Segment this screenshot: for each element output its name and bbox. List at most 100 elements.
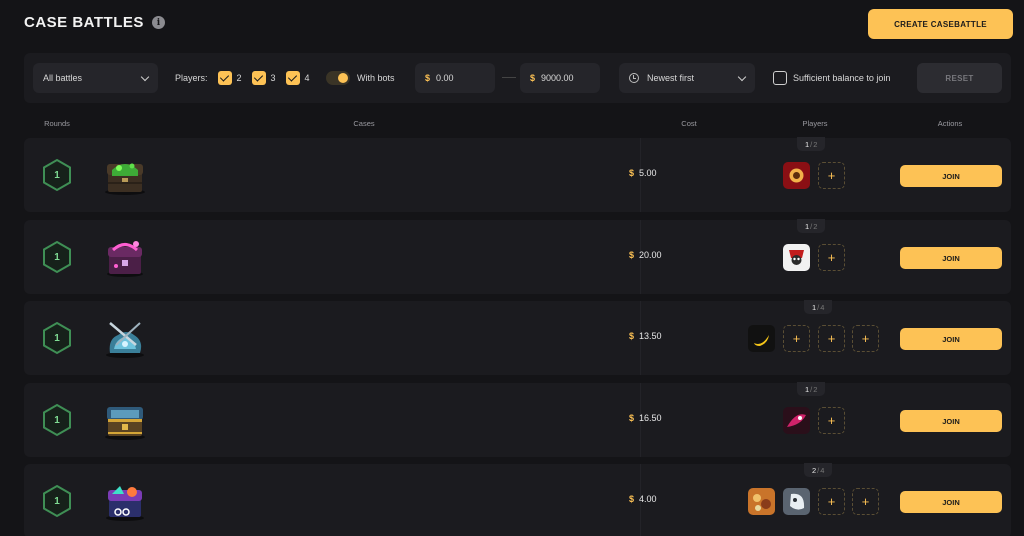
battle-type-value: All battles [43,73,83,83]
players-option-label: 3 [270,73,276,83]
sufficient-balance-label: Sufficient balance to join [793,73,891,83]
rounds-count: 1 [54,495,60,507]
page-title: CASE BATTLES [24,14,144,31]
avatar[interactable] [783,488,810,515]
pink-magic-chest-icon [107,241,143,277]
info-icon[interactable]: i [151,16,165,29]
join-button[interactable]: JOIN [900,410,1002,432]
dollar-icon: $ [629,168,635,178]
check-icon [251,71,266,85]
players-joined: 2 [812,465,817,475]
join-slot-button[interactable]: + [852,325,879,352]
avatar[interactable] [783,244,810,271]
rounds-count: 1 [54,332,60,344]
range-separator [502,77,516,78]
check-icon [217,71,232,85]
create-casebattle-button[interactable]: CREATE CASEBATTLE [868,9,1013,39]
cost-value: 16.50 [639,413,662,423]
max-price-input[interactable]: $ 9000.00 [520,63,600,93]
players-joined: 1 [812,302,817,312]
check-icon [285,71,300,85]
golden-treasure-chest-icon [105,407,145,440]
players-count: 1/2 [797,137,826,151]
players-count: 1/2 [797,382,826,396]
join-button[interactable]: JOIN [900,165,1002,187]
join-slot-button[interactable]: + [818,325,845,352]
players-max: 4 [820,302,825,312]
battle-cost: $ 13.50 [629,331,662,341]
battle-row[interactable]: 1 $ 4.00 2/4 + + JOIN [24,463,1011,536]
filter-bar: All battles Players: 2 3 4 With bots $ 0… [24,53,1011,103]
battle-type-dropdown[interactable]: All battles [33,63,158,93]
checkbox-empty-icon [773,71,787,85]
battle-row[interactable]: 1 $ 16.50 1/2 + JOIN [24,382,1011,457]
battle-row[interactable]: 1 $ 13.50 1/4 + + + JOIN [24,300,1011,375]
sufficient-balance-checkbox[interactable]: Sufficient balance to join [773,63,890,93]
sort-dropdown[interactable]: Newest first [619,63,755,93]
max-price-value: 9000.00 [541,73,574,83]
battle-row[interactable]: 1 $ 5.00 1/2 + JOIN [24,137,1011,212]
reset-button[interactable]: RESET [917,63,1002,93]
players-joined: 1 [805,384,810,394]
join-slot-button[interactable]: + [818,407,845,434]
dollar-icon: $ [425,73,431,83]
battle-cost: $ 16.50 [629,413,662,423]
rounds-count: 1 [54,169,60,181]
players-filter: Players: 2 3 4 [175,63,320,93]
players-checkbox-3[interactable]: 3 [251,71,276,85]
min-price-input[interactable]: $ 0.00 [415,63,495,93]
join-button[interactable]: JOIN [900,247,1002,269]
avatar[interactable] [748,325,775,352]
dollar-icon: $ [530,73,536,83]
join-slot-button[interactable]: + [818,162,845,189]
join-slot-button[interactable]: + [852,488,879,515]
chevron-down-icon [140,72,150,81]
players-max: 4 [820,465,825,475]
players-option-label: 4 [304,73,310,83]
battle-cost: $ 4.00 [629,494,657,504]
neon-vapor-chest-icon [106,486,144,521]
players-max: 2 [813,221,818,231]
column-header-actions: Actions [937,119,963,128]
dollar-icon: $ [629,331,635,341]
dollar-icon: $ [629,250,635,260]
players-count: 1/4 [804,300,833,314]
cost-value: 4.00 [639,494,657,504]
battle-cost: $ 20.00 [629,250,662,260]
players-label: Players: [175,73,208,83]
join-button[interactable]: JOIN [900,491,1002,513]
players-max: 2 [813,139,818,149]
dollar-icon: $ [629,494,635,504]
cost-value: 13.50 [639,331,662,341]
with-bots-toggle[interactable]: With bots [326,63,395,93]
sort-value: Newest first [647,73,695,83]
min-price-value: 0.00 [436,73,454,83]
column-header-cost: Cost [681,119,697,128]
battle-row[interactable]: 1 $ 20.00 1/2 + JOIN [24,219,1011,294]
players-joined: 1 [805,221,810,231]
players-checkbox-4[interactable]: 4 [285,71,310,85]
players-count: 2/4 [804,463,833,477]
players-checkbox-2[interactable]: 2 [217,71,242,85]
avatar[interactable] [783,162,810,189]
cost-value: 20.00 [639,250,662,260]
column-header-players: Players [802,119,828,128]
battle-cost: $ 5.00 [629,168,657,178]
chevron-down-icon [737,72,747,81]
join-slot-button[interactable]: + [783,325,810,352]
toggle-switch-icon [326,71,350,85]
cost-value: 5.00 [639,168,657,178]
blue-sword-case-icon [106,322,144,358]
players-count: 1/2 [797,219,826,233]
column-header-rounds: Rounds [44,119,70,128]
players-max: 2 [813,384,818,394]
avatar[interactable] [748,488,775,515]
join-button[interactable]: JOIN [900,328,1002,350]
avatar[interactable] [783,407,810,434]
rounds-count: 1 [54,414,60,426]
players-option-label: 2 [236,73,242,83]
column-header-cases: Cases [353,119,375,128]
join-slot-button[interactable]: + [818,488,845,515]
dollar-icon: $ [629,413,635,423]
join-slot-button[interactable]: + [818,244,845,271]
